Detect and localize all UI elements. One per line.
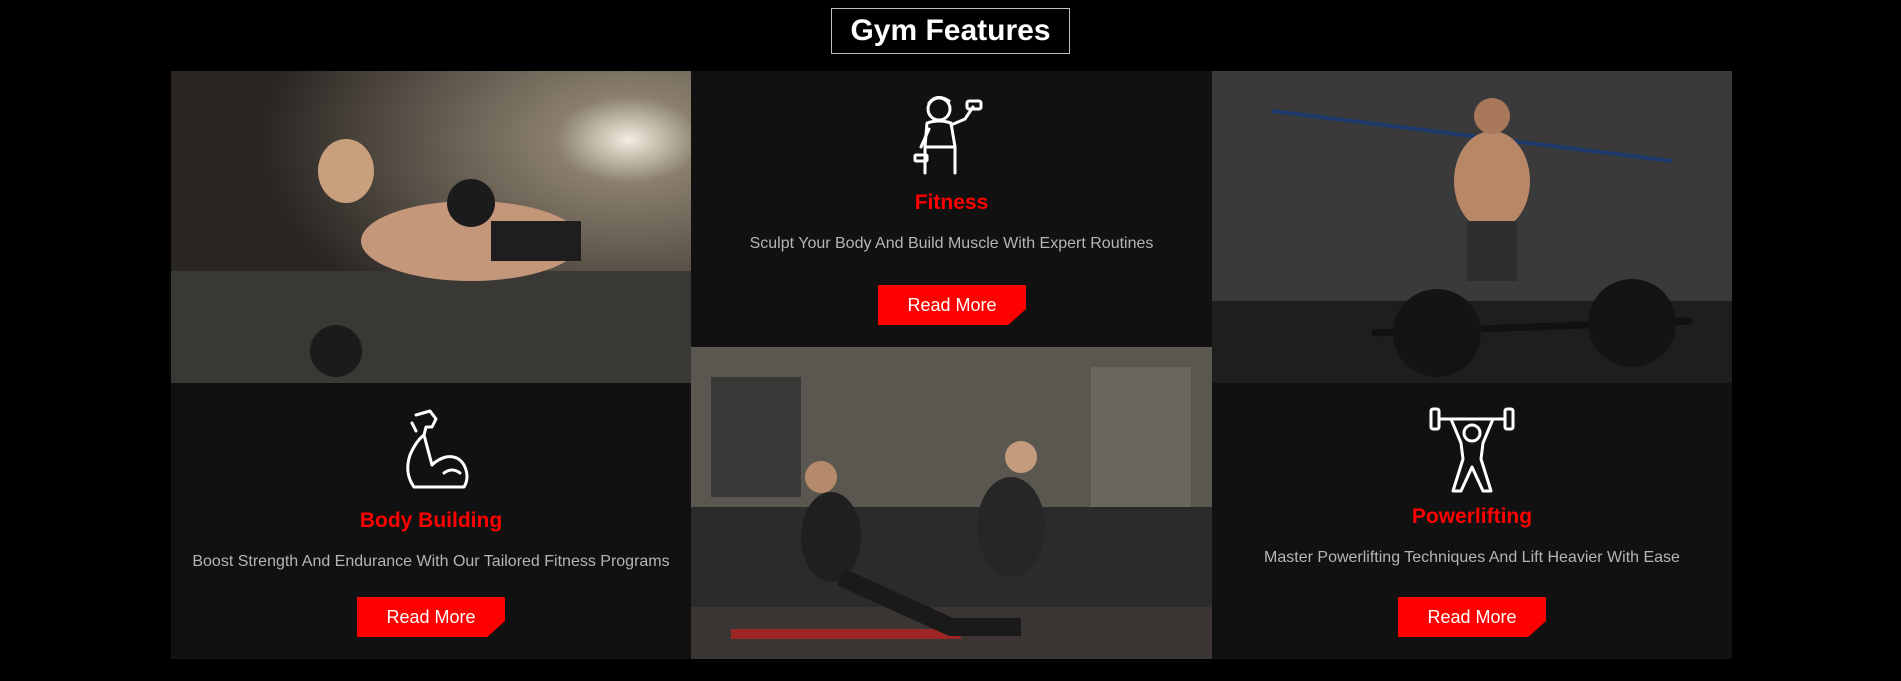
feature-description-powerlifting: Master Powerlifting Techniques And Lift …: [1264, 549, 1680, 566]
read-more-button-fitness[interactable]: Read More: [878, 285, 1026, 325]
feature-card-body-building: Body Building Boost Strength And Enduran…: [171, 383, 691, 659]
feature-description-body-building: Boost Strength And Endurance With Our Ta…: [192, 553, 670, 570]
feature-title-fitness: Fitness: [914, 191, 989, 214]
feature-card-powerlifting: Powerlifting Master Powerlifting Techniq…: [1212, 383, 1732, 659]
feature-title-powerlifting: Powerlifting: [1411, 505, 1533, 528]
read-more-button-powerlifting[interactable]: Read More: [1398, 597, 1546, 637]
features-grid: Fitness Sculpt Your Body And Build Muscl…: [171, 71, 1732, 659]
man-barbell-deadlift-photo: [1212, 71, 1732, 383]
section-title-box: Gym Features: [831, 8, 1070, 54]
read-more-button-body-building[interactable]: Read More: [357, 597, 505, 637]
feature-description-fitness: Sculpt Your Body And Build Muscle With E…: [749, 235, 1154, 252]
section-title: Gym Features: [850, 14, 1051, 47]
feature-title-body-building: Body Building: [359, 509, 503, 532]
woman-situp-trainer-photo: [691, 347, 1212, 659]
weightlifter-icon: [1427, 403, 1517, 493]
man-pushup-dumbbell-photo: [171, 71, 691, 383]
woman-dumbbell-icon: [907, 89, 997, 179]
flexed-arm-icon: [386, 407, 476, 497]
feature-card-fitness: Fitness Sculpt Your Body And Build Muscl…: [691, 71, 1212, 347]
